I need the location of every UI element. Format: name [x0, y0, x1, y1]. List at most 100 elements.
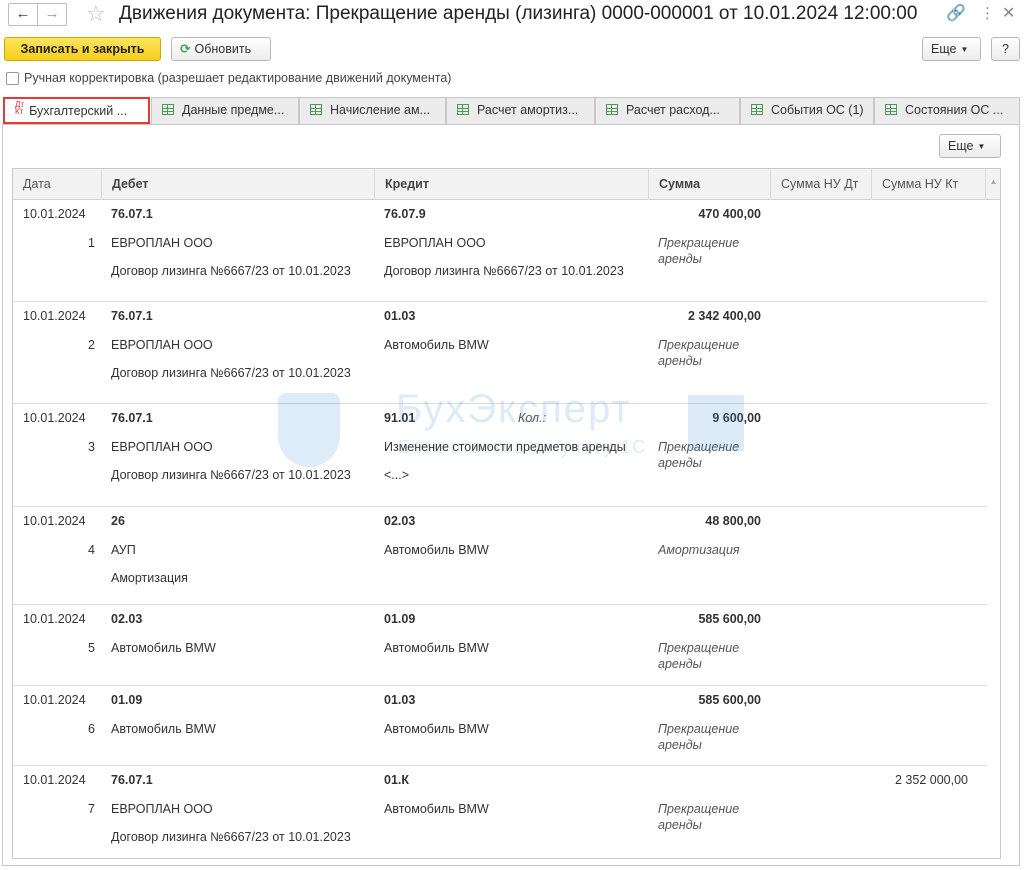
table-row[interactable]: 10.01.2024 5 02.03 Автомобиль BMW 01.09 Автом… [13, 605, 987, 686]
table-icon [606, 104, 618, 115]
dt-kt-icon: Дт Кт [15, 100, 25, 116]
cell-debit-subconto-1: Автомобиль BMW [111, 641, 216, 655]
tab-fixed-asset-events[interactable]: События ОС (1) [740, 97, 874, 124]
tab-label: Состояния ОС ... [905, 103, 1004, 117]
tab-label: Расчет амортиз... [477, 103, 579, 117]
cell-line-number: 3 [88, 440, 95, 454]
more-vertical-icon[interactable]: ⋮ [980, 4, 995, 24]
cell-content: Прекращение аренды [658, 802, 740, 832]
chevron-down-icon: ▼ [977, 142, 986, 151]
cell-debit-account: 26 [111, 514, 125, 528]
cell-amount: 470 400,00 [698, 207, 761, 221]
postings-table: Дата Дебет Кредит Сумма Сумма НУ Дт Сумм… [12, 168, 1001, 859]
cell-date: 10.01.2024 [23, 514, 86, 528]
grid-more-menu-button[interactable]: Еще ▼ [939, 134, 1001, 158]
cell-credit-subconto-1: Автомобиль BMW [384, 641, 489, 655]
cell-debit-subconto-2: Договор лизинга №6667/23 от 10.01.2023 [111, 830, 351, 844]
window-title: Движения документа: Прекращение аренды (… [119, 3, 918, 24]
cell-line-number: 1 [88, 236, 95, 250]
cell-credit-subconto-1: Автомобиль BMW [384, 543, 489, 557]
cell-line-number: 4 [88, 543, 95, 557]
save-and-close-button[interactable]: Записать и закрыть [4, 37, 161, 61]
link-icon[interactable]: 🔗 [946, 4, 966, 24]
tab-label: События ОС (1) [771, 103, 864, 117]
table-icon [885, 104, 897, 115]
cell-debit-account: 76.07.1 [111, 207, 153, 221]
cell-credit-account: 02.03 [384, 514, 416, 528]
cell-credit-quantity: Кол.: [518, 411, 547, 425]
column-header-amount[interactable]: Сумма [649, 169, 771, 200]
table-row[interactable]: 10.01.2024 3 76.07.1 ЕВРОПЛАН ООО Договор ли… [13, 404, 987, 507]
table-header: Дата Дебет Кредит Сумма Сумма НУ Дт Сумм… [13, 169, 1000, 200]
cell-line-number: 5 [88, 641, 95, 655]
more-label: Еще [948, 139, 974, 153]
cell-amount: 48 800,00 [705, 514, 761, 528]
cell-credit-account: 01.09 [384, 612, 416, 626]
cell-credit-subconto-1: Автомобиль BMW [384, 722, 489, 736]
chevron-down-icon: ▼ [960, 45, 969, 54]
table-row[interactable]: 10.01.2024 4 26 АУП Амортизация 02.03 Автомоби… [13, 507, 987, 605]
cell-line-number: 6 [88, 722, 95, 736]
manual-edit-checkbox[interactable] [6, 72, 19, 85]
table-row[interactable]: 10.01.2024 1 76.07.1 ЕВРОПЛАН ООО Договор ли… [13, 200, 987, 302]
tab-depreciation-accrual[interactable]: Начисление ам... [299, 97, 446, 124]
cell-content: Прекращение аренды [658, 440, 740, 470]
cell-debit-subconto-1: ЕВРОПЛАН ООО [111, 236, 213, 250]
cell-debit-account: 02.03 [111, 612, 143, 626]
cell-line-number: 2 [88, 338, 95, 352]
forward-arrow-icon[interactable]: → [37, 3, 67, 26]
cell-date: 10.01.2024 [23, 693, 86, 707]
table-row[interactable]: 10.01.2024 2 76.07.1 ЕВРОПЛАН ООО Договор ли… [13, 302, 987, 404]
cell-content: Прекращение аренды [658, 236, 740, 266]
cell-credit-subconto-1: Автомобиль BMW [384, 338, 489, 352]
cell-credit-subconto-2: Договор лизинга №6667/23 от 10.01.2023 [384, 264, 624, 278]
cell-credit-subconto-1: Изменение стоимости предметов аренды [384, 440, 626, 454]
cell-debit-subconto-1: ЕВРОПЛАН ООО [111, 338, 213, 352]
scroll-up-icon[interactable]: ▲ [986, 169, 1000, 200]
table-row[interactable]: 10.01.2024 7 76.07.1 ЕВРОПЛАН ООО Договор ли… [13, 766, 987, 858]
column-header-tax-amount-dt[interactable]: Сумма НУ Дт [771, 169, 872, 200]
tab-expense-calc[interactable]: Расчет расход... [595, 97, 740, 124]
cell-debit-subconto-1: ЕВРОПЛАН ООО [111, 440, 213, 454]
table-row[interactable]: 10.01.2024 6 01.09 Автомобиль BMW 01.03 Автом… [13, 686, 987, 766]
cell-debit-subconto-1: ЕВРОПЛАН ООО [111, 802, 213, 816]
help-button[interactable]: ? [991, 37, 1020, 61]
tab-accounting-register[interactable]: Дт Кт Бухгалтерский ... [3, 97, 150, 124]
cell-debit-account: 76.07.1 [111, 411, 153, 425]
tab-label: Начисление ам... [330, 103, 430, 117]
cell-tax-amount-kt: 2 352 000,00 [895, 773, 968, 787]
tab-label: Бухгалтерский ... [29, 104, 128, 118]
cell-debit-subconto-2: Договор лизинга №6667/23 от 10.01.2023 [111, 468, 351, 482]
column-header-date[interactable]: Дата [13, 169, 102, 200]
close-icon[interactable]: ✕ [1002, 4, 1015, 24]
refresh-button[interactable]: ⟳ Обновить [171, 37, 271, 61]
column-header-tax-amount-kt[interactable]: Сумма НУ Кт [872, 169, 986, 200]
cell-credit-account: 01.К [384, 773, 410, 787]
cell-credit-subconto-2: <...> [384, 468, 410, 482]
cell-debit-subconto-2: Договор лизинга №6667/23 от 10.01.2023 [111, 264, 351, 278]
cell-credit-account: 01.03 [384, 309, 416, 323]
cell-credit-account: 01.03 [384, 693, 416, 707]
back-arrow-icon[interactable]: ← [8, 3, 38, 26]
cell-debit-subconto-2: Амортизация [111, 571, 188, 585]
cell-credit-account: 76.07.9 [384, 207, 426, 221]
column-header-credit[interactable]: Кредит [375, 169, 649, 200]
column-header-debit[interactable]: Дебет [102, 169, 375, 200]
cell-date: 10.01.2024 [23, 309, 86, 323]
table-icon [310, 104, 322, 115]
cell-content: Амортизация [658, 543, 740, 557]
more-menu-button[interactable]: Еще ▼ [922, 37, 981, 61]
cell-date: 10.01.2024 [23, 207, 86, 221]
favorite-star-icon[interactable]: ☆ [86, 1, 106, 27]
tab-fixed-asset-states[interactable]: Состояния ОС ... [874, 97, 1020, 124]
table-icon [751, 104, 763, 115]
cell-debit-subconto-1: АУП [111, 543, 136, 557]
refresh-label: Обновить [194, 42, 252, 56]
tab-depreciation-calc[interactable]: Расчет амортиз... [446, 97, 595, 124]
tab-asset-data[interactable]: Данные предме... [151, 97, 299, 124]
manual-edit-label[interactable]: Ручная корректировка (разрешает редактир… [24, 71, 451, 85]
cell-date: 10.01.2024 [23, 411, 86, 425]
cell-amount: 2 342 400,00 [688, 309, 761, 323]
more-label: Еще [931, 42, 957, 56]
cell-debit-subconto-1: Автомобиль BMW [111, 722, 216, 736]
